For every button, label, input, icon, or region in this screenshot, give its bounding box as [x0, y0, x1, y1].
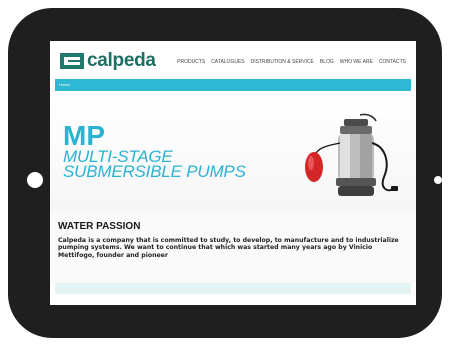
logo-text: calpeda: [87, 50, 156, 71]
tablet-home-button[interactable]: [27, 172, 43, 188]
about-heading: WATER PASSION: [58, 221, 141, 232]
hero-subtitle-line2: SUBMERSIBLE PUMPS: [63, 162, 246, 181]
main-nav: PRODUCTS CATALOGUES DISTRIBUTION & SERVI…: [177, 59, 406, 65]
hero-title: MP: [63, 120, 105, 151]
breadcrumb-home-link[interactable]: Home: [59, 82, 70, 87]
hero-subtitle: MULTI-STAGE SUBMERSIBLE PUMPS: [63, 148, 246, 181]
tablet-camera: [434, 176, 442, 184]
nav-item-products[interactable]: PRODUCTS: [177, 59, 205, 65]
nav-item-who-we-are[interactable]: WHO WE ARE: [340, 59, 373, 65]
nav-item-blog[interactable]: BLOG: [320, 59, 334, 65]
logo-mark-icon: [60, 53, 84, 69]
website-screen: calpeda PRODUCTS CATALOGUES DISTRIBUTION…: [50, 41, 416, 305]
calpeda-logo[interactable]: calpeda: [60, 50, 156, 71]
about-text: Calpeda is a company that is committed t…: [58, 237, 399, 259]
submersible-pump-image: [305, 113, 398, 196]
footer-bar: [55, 283, 411, 294]
nav-item-catalogues[interactable]: CATALOGUES: [211, 59, 244, 65]
site-header: calpeda PRODUCTS CATALOGUES DISTRIBUTION…: [50, 41, 416, 79]
nav-item-contacts[interactable]: CONTACTS: [379, 59, 406, 65]
breadcrumb-bar: Home: [55, 79, 411, 91]
hero-banner[interactable]: MP MULTI-STAGE SUBMERSIBLE PUMPS: [50, 93, 416, 213]
nav-item-distribution-service[interactable]: DISTRIBUTION & SERVICE: [251, 59, 314, 65]
